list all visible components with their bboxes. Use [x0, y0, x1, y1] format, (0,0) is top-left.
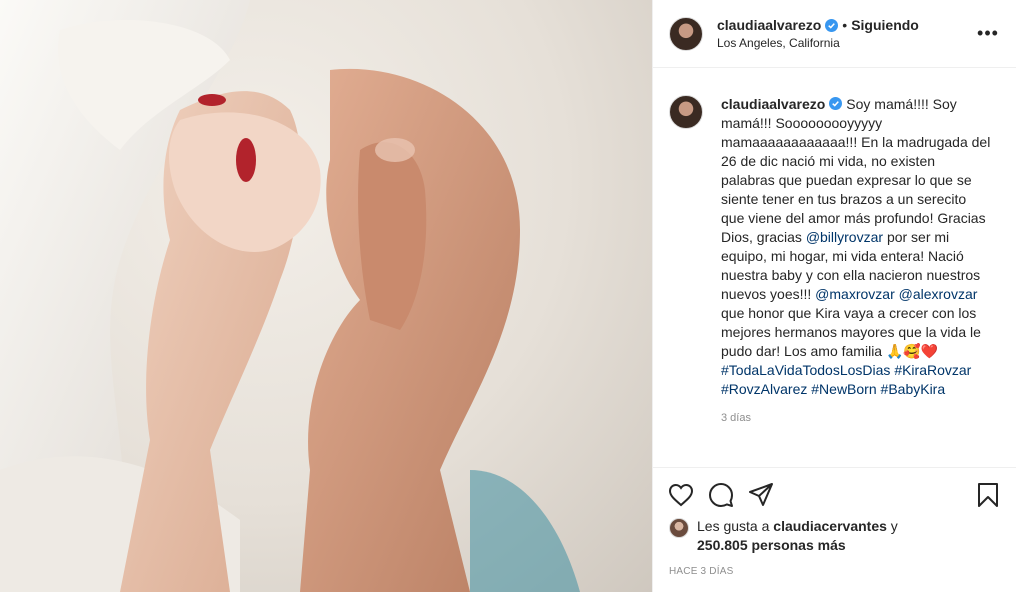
heart-icon	[668, 483, 694, 507]
share-button[interactable]	[741, 475, 781, 515]
post-header: claudiaalvarezo • Siguiendo Los Angeles,…	[653, 0, 1016, 68]
likes-text: Les gusta a claudiacervantes y 250.805 p…	[697, 517, 898, 555]
instagram-post: claudiaalvarezo • Siguiendo Los Angeles,…	[0, 0, 1016, 592]
hands-photo-illustration	[0, 0, 580, 592]
comments-area: claudiaalvarezo Soy mamá!!!! Soy mamá!!! …	[653, 69, 1016, 467]
hashtag[interactable]: #TodaLaVidaTodosLosDias	[721, 362, 890, 378]
likes-count[interactable]: 250.805 personas más	[697, 537, 846, 553]
caption-avatar[interactable]	[669, 95, 703, 129]
caption-time: 3 días	[721, 412, 751, 424]
post-timestamp[interactable]: HACE 3 DÍAS	[669, 566, 733, 577]
bookmark-icon	[978, 483, 998, 507]
caption-text-3: que honor que Kira vaya a crecer con los…	[721, 305, 981, 359]
avatar[interactable]	[669, 16, 703, 51]
mention-alexrovzar[interactable]: @alexrovzar	[899, 286, 978, 302]
following-button[interactable]: Siguiendo	[851, 17, 919, 33]
mention-maxrovzar[interactable]: @maxrovzar	[815, 286, 895, 302]
header-username[interactable]: claudiaalvarezo	[717, 17, 821, 33]
hashtag[interactable]: #BabyKira	[881, 381, 946, 397]
likes-summary: Les gusta a claudiacervantes y 250.805 p…	[669, 517, 898, 555]
comment-icon	[709, 483, 733, 507]
like-button[interactable]	[661, 475, 701, 515]
caption-emojis: 🙏🥰❤️	[885, 343, 939, 359]
caption-text-1: Soy mamá!!!! Soy mamá!!! Sooooooooyyyyy …	[721, 96, 991, 245]
likes-prefix: Les gusta a	[697, 518, 770, 534]
hashtag[interactable]: #NewBorn	[811, 381, 876, 397]
likes-connector: y	[890, 518, 898, 534]
comment-button[interactable]	[701, 475, 741, 515]
verified-badge-icon	[829, 97, 843, 110]
liker-avatar[interactable]	[669, 518, 689, 538]
header-info: claudiaalvarezo • Siguiendo Los Angeles,…	[717, 17, 976, 50]
post-photo[interactable]	[0, 0, 652, 592]
verified-badge-icon	[825, 18, 839, 32]
mention-billyrovzar[interactable]: @billyrovzar	[806, 229, 883, 245]
more-options-icon[interactable]: •••	[976, 23, 1000, 44]
location-link[interactable]: Los Angeles, California	[717, 36, 976, 50]
caption: claudiaalvarezo Soy mamá!!!! Soy mamá!!! …	[653, 69, 1016, 428]
save-button[interactable]	[968, 475, 1008, 515]
liker-username[interactable]: claudiacervantes	[773, 518, 887, 534]
share-icon	[749, 483, 773, 506]
hashtag[interactable]: #KiraRovzar	[894, 362, 971, 378]
caption-username[interactable]: claudiaalvarezo	[721, 96, 825, 112]
action-bar	[653, 467, 1016, 522]
separator-dot: •	[842, 17, 848, 33]
post-sidebar: claudiaalvarezo • Siguiendo Los Angeles,…	[652, 0, 1016, 592]
hashtag[interactable]: #RovzAlvarez	[721, 381, 807, 397]
caption-body: claudiaalvarezo Soy mamá!!!! Soy mamá!!! …	[721, 95, 991, 428]
